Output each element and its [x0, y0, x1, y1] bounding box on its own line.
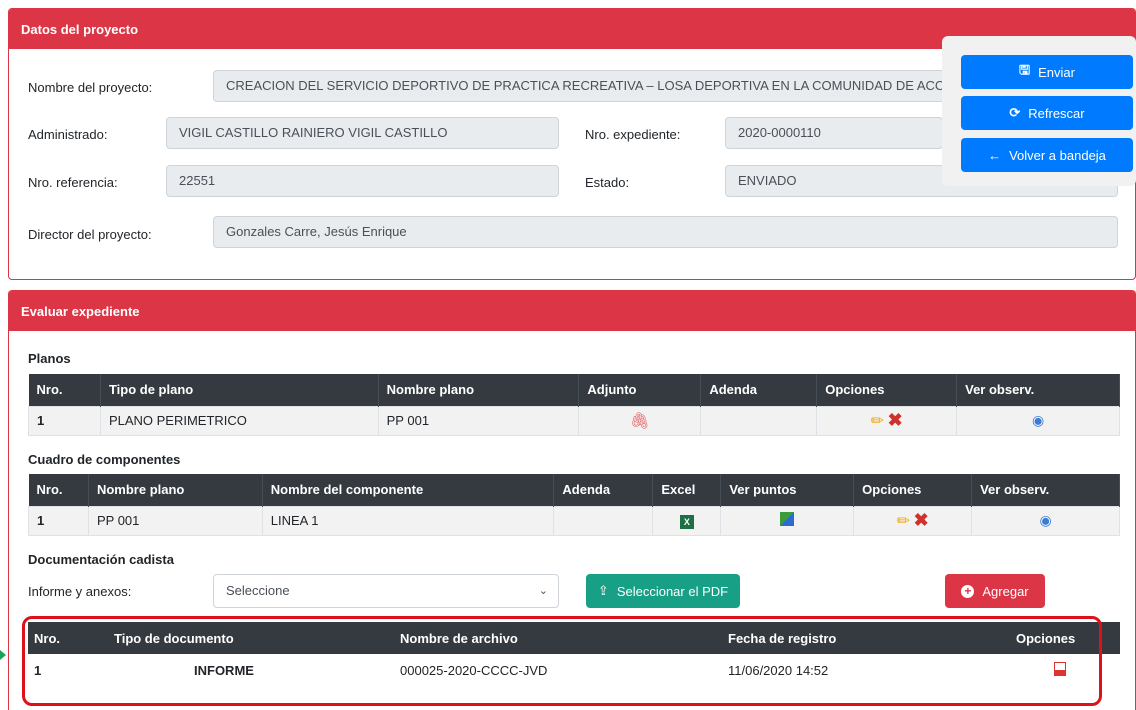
planos-title: Planos: [28, 351, 71, 366]
add-button[interactable]: + Agregar: [945, 574, 1045, 608]
eye-icon[interactable]: ◉: [1032, 412, 1044, 428]
doc-title: Documentación cadista: [28, 552, 174, 567]
col-adenda: Adenda: [700, 374, 818, 406]
expediente-label: Nro. expediente:: [585, 127, 681, 142]
cell-ver: ◉: [956, 405, 1120, 436]
cell-opciones: ✏ ✖: [853, 505, 973, 536]
refresh-icon: ⟳: [1009, 105, 1021, 120]
cell-archivo: 000025-2020-CCCC-JVD: [400, 662, 548, 678]
col-nro: Nro.: [34, 630, 60, 646]
back-to-inbox-button[interactable]: ← Volver a bandeja: [961, 138, 1133, 172]
excel-icon[interactable]: X: [679, 514, 694, 529]
director-label: Director del proyecto:: [28, 227, 152, 242]
administrado-label: Administrado:: [28, 127, 108, 142]
expediente-field: 2020-0000110: [725, 117, 943, 149]
col-opciones: Opciones: [816, 374, 958, 406]
upload-icon: ⇪: [597, 583, 609, 598]
col-nombre-plano: Nombre plano: [378, 374, 580, 406]
col-ver-observ: Ver observ.: [971, 474, 1120, 506]
delete-icon[interactable]: ✖: [914, 510, 929, 530]
cell-excel: X: [652, 505, 722, 536]
paperclip-icon[interactable]: 🖇: [630, 413, 650, 430]
cell-nro: 1: [28, 405, 101, 436]
col-componente: Nombre del componente: [262, 474, 555, 506]
col-nro: Nro.: [28, 374, 101, 406]
col-adjunto: Adjunto: [578, 374, 702, 406]
col-fecha: Fecha de registro: [728, 630, 837, 646]
table-row: 1 PLANO PERIMETRICO PP 001 🖇 ✏ ✖ ◉: [28, 405, 1120, 436]
referencia-field: 22551: [166, 165, 559, 197]
cell-ver-puntos: [720, 505, 855, 536]
pdf-icon[interactable]: [1054, 661, 1066, 676]
chevron-down-icon: ⌄: [538, 585, 548, 597]
delete-icon[interactable]: ✖: [888, 410, 903, 430]
cell-adjunto: 🖇: [578, 405, 702, 436]
informe-label: Informe y anexos:: [28, 584, 132, 599]
edit-icon[interactable]: ✏: [897, 513, 910, 530]
select-pdf-button[interactable]: ⇪ Seleccionar el PDF: [586, 574, 740, 608]
send-button[interactable]: 🖫 Enviar: [961, 55, 1133, 89]
col-ver-puntos: Ver puntos: [720, 474, 855, 506]
cell-opciones: [1010, 661, 1110, 679]
cell-tipo: PLANO PERIMETRICO: [99, 405, 379, 436]
map-icon[interactable]: [780, 512, 795, 526]
col-nro: Nro.: [28, 474, 89, 506]
col-excel: Excel: [652, 474, 722, 506]
cell-componente: LINEA 1: [261, 505, 555, 536]
director-field: Gonzales Carre, Jesús Enrique: [213, 216, 1118, 248]
cell-opciones: ✏ ✖: [816, 405, 958, 436]
informe-select[interactable]: Seleccione ⌄: [213, 574, 559, 608]
refresh-button[interactable]: ⟳ Refrescar: [961, 96, 1133, 130]
col-opciones: Opciones: [853, 474, 973, 506]
save-icon: 🖫: [1019, 62, 1031, 77]
cell-nombre: PP 001: [377, 405, 580, 436]
cell-fecha: 11/06/2020 14:52: [728, 662, 829, 678]
col-opciones: Opciones: [1016, 630, 1076, 646]
cell-adenda: [700, 405, 818, 436]
cell-tipo: INFORME: [194, 662, 254, 678]
cell-nro: 1: [28, 505, 89, 536]
col-tipo-plano: Tipo de plano: [100, 374, 379, 406]
evaluate-header: Evaluar expediente: [9, 291, 1135, 331]
componentes-title: Cuadro de componentes: [28, 452, 181, 467]
col-nombre-plano: Nombre plano: [88, 474, 263, 506]
cell-adenda: [553, 505, 654, 536]
col-tipo-doc: Tipo de documento: [114, 630, 234, 646]
arrow-marker: [0, 650, 6, 660]
col-adenda: Adenda: [553, 474, 654, 506]
table-row: 1 INFORME 000025-2020-CCCC-JVD 11/06/202…: [28, 654, 1120, 686]
planos-table: Nro. Tipo de plano Nombre plano Adjunto …: [28, 374, 1120, 436]
col-ver-observ: Ver observ.: [956, 374, 1120, 406]
administrado-field: VIGIL CASTILLO RAINIERO VIGIL CASTILLO: [166, 117, 559, 149]
cell-ver: ◉: [971, 505, 1120, 536]
edit-icon[interactable]: ✏: [871, 413, 884, 430]
col-archivo: Nombre de archivo: [400, 630, 518, 646]
eye-icon[interactable]: ◉: [1039, 512, 1051, 528]
componentes-table: Nro. Nombre plano Nombre del componente …: [28, 474, 1120, 536]
cell-plano: PP 001: [87, 505, 263, 536]
project-name-label: Nombre del proyecto:: [28, 80, 153, 95]
cell-nro: 1: [34, 662, 42, 678]
arrow-left-icon: ←: [988, 147, 1002, 163]
table-row: 1 PP 001 LINEA 1 X ✏ ✖ ◉: [28, 505, 1120, 536]
referencia-label: Nro. referencia:: [28, 175, 118, 190]
plus-circle-icon: +: [961, 584, 975, 598]
estado-label: Estado:: [585, 175, 630, 190]
documents-table: Nro. Tipo de documento Nombre de archivo…: [28, 622, 1120, 686]
